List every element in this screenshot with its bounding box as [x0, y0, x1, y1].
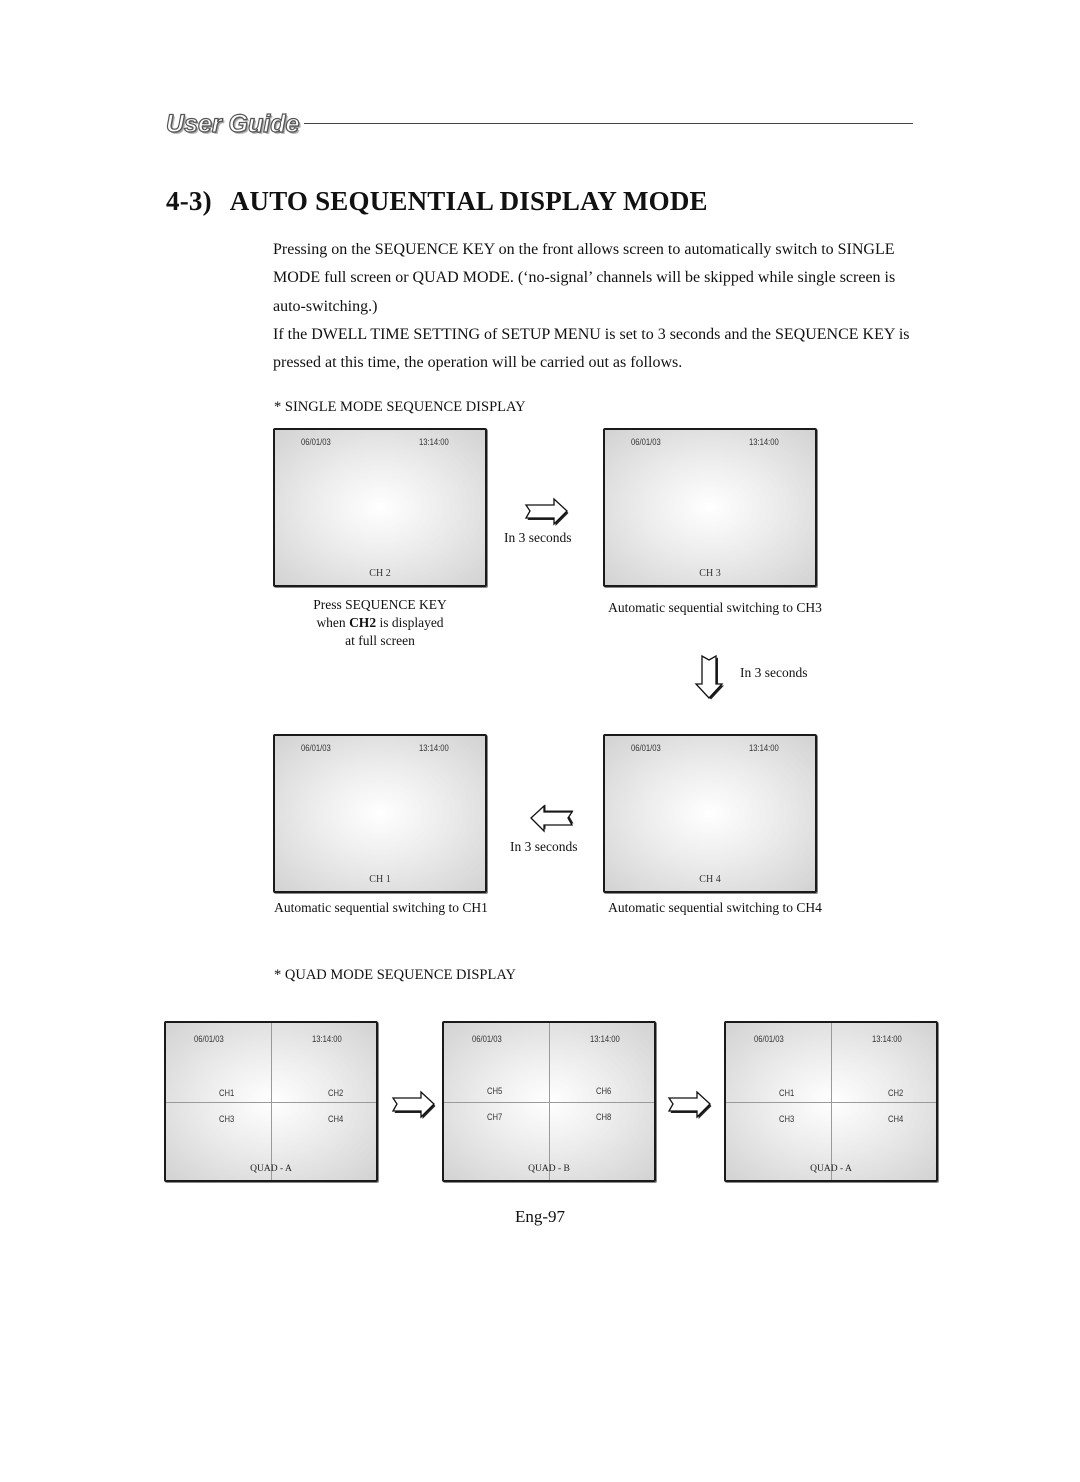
quad-divider-horizontal [166, 1101, 376, 1103]
caption-bold: CH2 [349, 615, 377, 630]
header-rule [304, 123, 913, 124]
quad-channel: CH2 [328, 1088, 344, 1098]
interval-label: In 3 seconds [740, 665, 808, 680]
caption-line: when CH2 is displayed [273, 614, 487, 632]
caption-ch2: Press SEQUENCE KEY when CH2 is displayed… [273, 596, 487, 650]
section-number: 4-3) [166, 186, 212, 216]
quad-channel: CH1 [219, 1088, 235, 1098]
quad-screen-a-return: 06/01/03 13:14:00 CH1 CH2 CH3 CH4 QUAD -… [724, 1021, 938, 1182]
user-guide-logo: User Guide [165, 109, 300, 138]
caption-ch3: Automatic sequential switching to CH3 [608, 600, 822, 615]
screen-time: 13:14:00 [590, 1034, 620, 1044]
arrow-right-icon [391, 1090, 436, 1119]
screen-date: 06/01/03 [194, 1034, 224, 1044]
quad-divider-horizontal [726, 1101, 936, 1103]
screen-date: 06/01/03 [301, 743, 331, 753]
screen-channel: CH 4 [699, 874, 721, 885]
quad-channel: CH3 [219, 1114, 235, 1124]
caption-line: at full screen [345, 633, 415, 648]
screen-time: 13:14:00 [749, 437, 779, 447]
screen-time: 13:14:00 [749, 743, 779, 753]
intro-paragraph: Pressing on the SEQUENCE KEY on the fron… [273, 241, 896, 315]
quad-channel: CH7 [487, 1112, 503, 1122]
arrow-down-icon [694, 654, 724, 700]
quad-screen-a: 06/01/03 13:14:00 CH1 CH2 CH3 CH4 QUAD -… [164, 1021, 378, 1182]
quad-channel: CH3 [779, 1114, 795, 1124]
interval-label: In 3 seconds [504, 530, 572, 545]
arrow-left-icon [530, 804, 574, 833]
quad-channel: CH4 [888, 1114, 904, 1124]
screen-date: 06/01/03 [472, 1034, 502, 1044]
arrow-right-icon [524, 497, 569, 526]
quad-channel: CH2 [888, 1088, 904, 1098]
screen-channel: CH 1 [369, 874, 391, 885]
single-screen-ch3: 06/01/03 13:14:00 CH 3 [603, 428, 817, 587]
single-screen-ch1: 06/01/03 13:14:00 CH 1 [273, 734, 487, 893]
screen-date: 06/01/03 [301, 437, 331, 447]
screen-time: 13:14:00 [419, 743, 449, 753]
quad-mode-heading: * QUAD MODE SEQUENCE DISPLAY [274, 967, 516, 983]
quad-divider-horizontal [444, 1101, 654, 1103]
quad-channel: CH8 [596, 1112, 612, 1122]
screen-channel: CH 3 [699, 568, 721, 579]
caption-ch1: Automatic sequential switching to CH1 [274, 900, 488, 915]
page-number: Eng-97 [514, 1207, 566, 1226]
screen-channel: CH 2 [369, 568, 391, 579]
screen-date: 06/01/03 [631, 743, 661, 753]
section-title: 4-3) AUTO SEQUENTIAL DISPLAY MODE [166, 186, 708, 217]
single-screen-ch2: 06/01/03 13:14:00 CH 2 [273, 428, 487, 587]
quad-channel: CH5 [487, 1086, 503, 1096]
screen-date: 06/01/03 [754, 1034, 784, 1044]
quad-label: QUAD - A [250, 1164, 292, 1174]
single-mode-heading: * SINGLE MODE SEQUENCE DISPLAY [274, 399, 526, 415]
caption-text: is displayed [376, 615, 444, 630]
caption-line: Press SEQUENCE KEY [313, 597, 447, 612]
dwell-paragraph: If the DWELL TIME SETTING of SETUP MENU … [273, 326, 910, 372]
screen-time: 13:14:00 [312, 1034, 342, 1044]
caption-ch4: Automatic sequential switching to CH4 [608, 900, 822, 915]
screen-time: 13:14:00 [872, 1034, 902, 1044]
quad-channel: CH4 [328, 1114, 344, 1124]
screen-date: 06/01/03 [631, 437, 661, 447]
quad-channel: CH1 [779, 1088, 795, 1098]
arrow-right-icon [667, 1090, 712, 1119]
single-screen-ch4: 06/01/03 13:14:00 CH 4 [603, 734, 817, 893]
quad-label: QUAD - B [528, 1164, 570, 1174]
quad-screen-b: 06/01/03 13:14:00 CH5 CH6 CH7 CH8 QUAD -… [442, 1021, 656, 1182]
section-title-text: AUTO SEQUENTIAL DISPLAY MODE [229, 186, 708, 216]
caption-text: when [316, 615, 350, 630]
quad-channel: CH6 [596, 1086, 612, 1096]
quad-label: QUAD - A [810, 1164, 852, 1174]
interval-label: In 3 seconds [510, 839, 578, 854]
screen-time: 13:14:00 [419, 437, 449, 447]
